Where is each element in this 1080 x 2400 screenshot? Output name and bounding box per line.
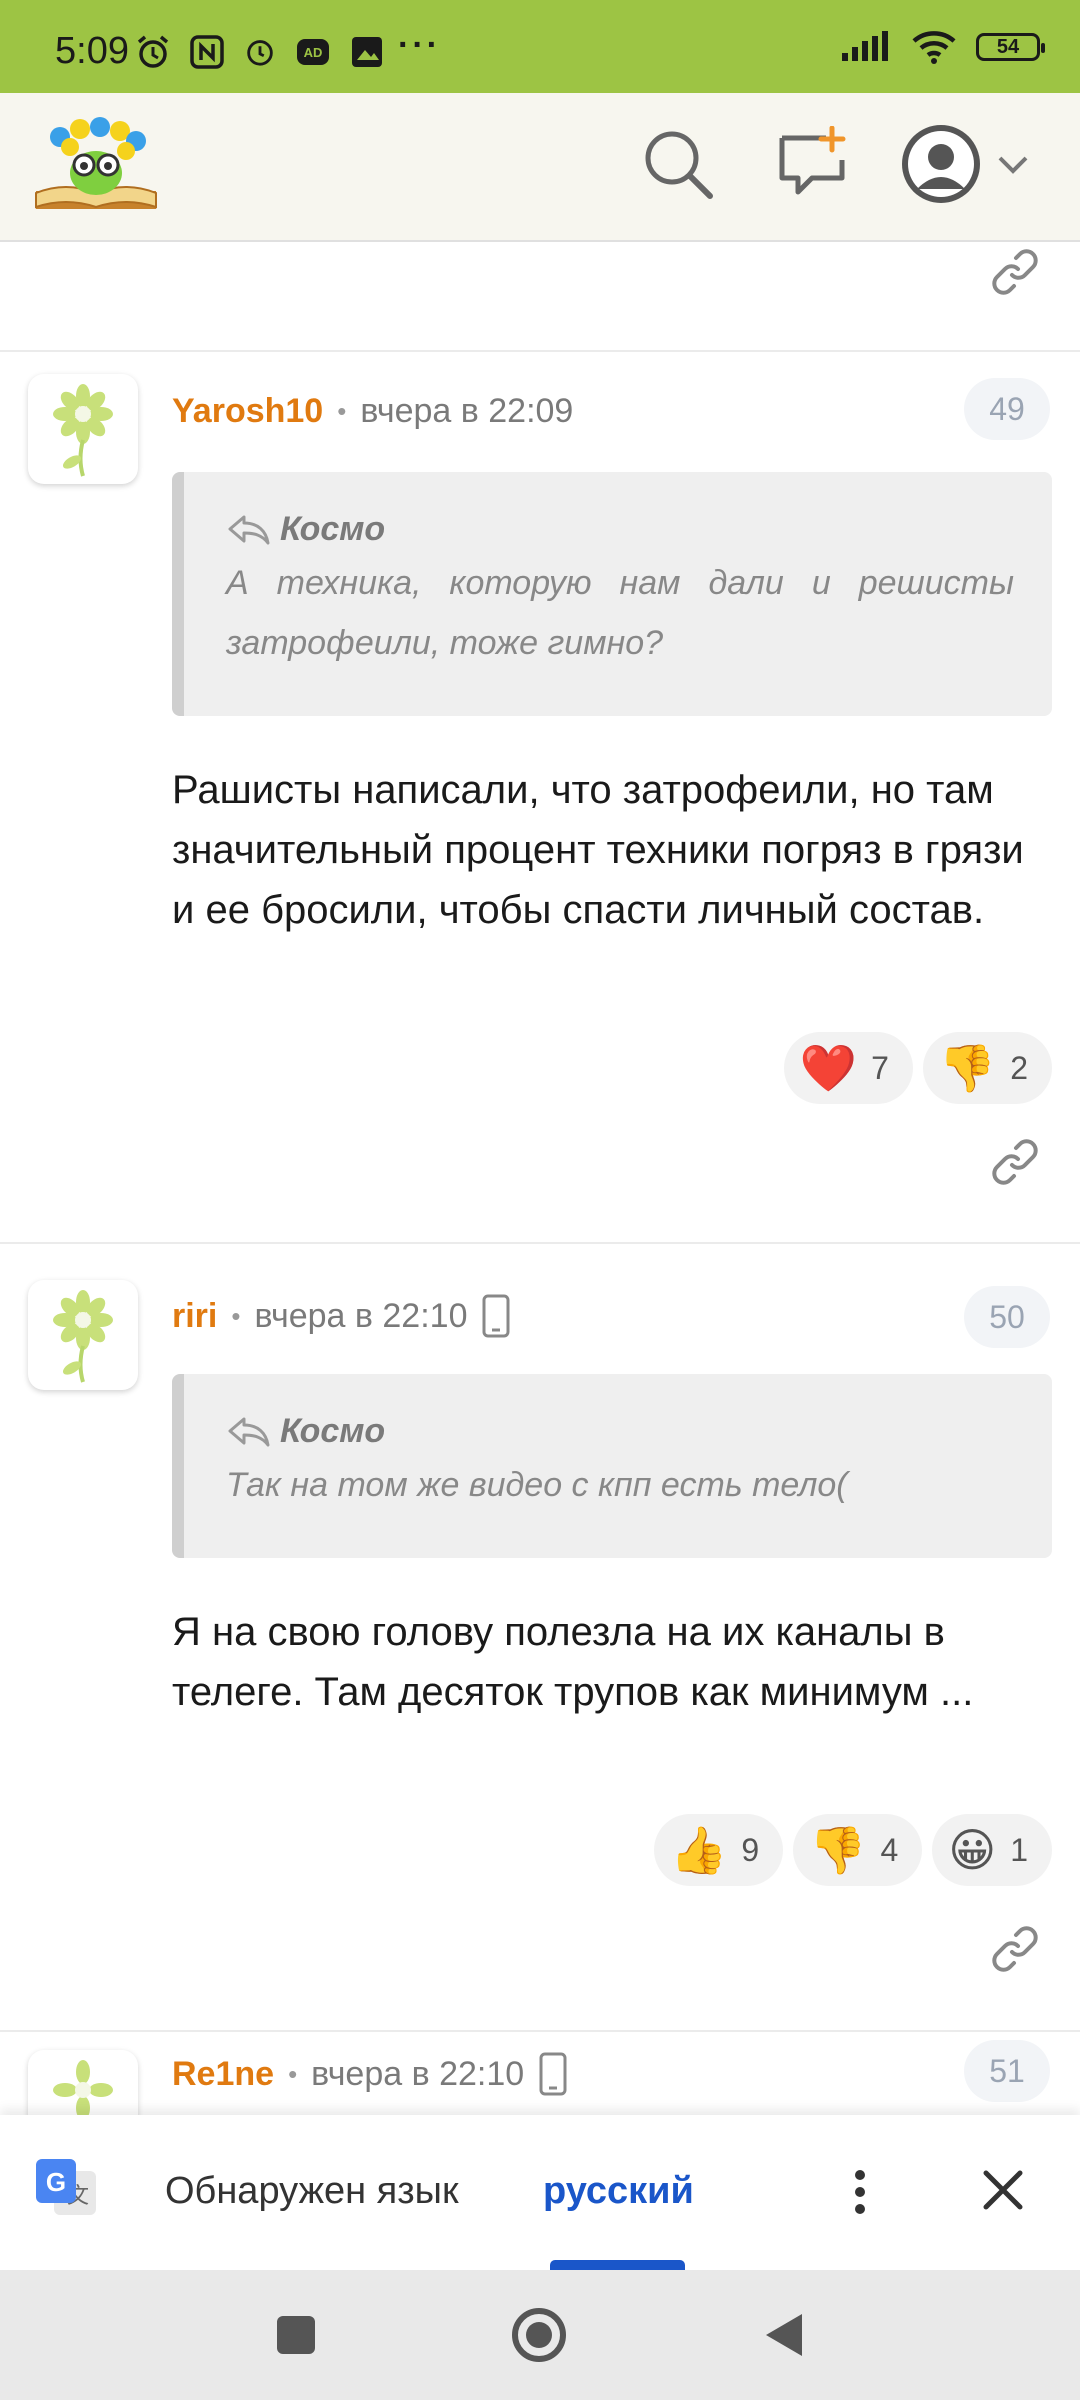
comment-number-badge[interactable]: 49 (964, 378, 1050, 440)
recent-apps-button[interactable] (271, 2310, 321, 2360)
comment-author[interactable]: Yarosh10 (172, 392, 323, 431)
comment-author[interactable]: Re1ne (172, 2055, 274, 2094)
mobile-device-icon (539, 2052, 567, 2096)
comment-number-badge[interactable]: 50 (964, 1286, 1050, 1348)
meta-separator-dot: • (231, 1300, 241, 1331)
wifi-icon (912, 31, 956, 64)
comment-meta: riri • вчера в 22:10 (172, 1294, 511, 1338)
comment-body: Рашисты написали, что затрофеили, но там… (172, 768, 1024, 932)
detected-language-label: Обнаружен язык (165, 2170, 459, 2212)
commenter-avatar[interactable] (28, 1280, 138, 1390)
quote-text: А техника, которую нам дали и решисты за… (226, 564, 1014, 662)
quote-header: Космо (226, 510, 1014, 549)
active-tab-indicator (550, 2260, 685, 2270)
thumbs-down-icon: 👎 (809, 1824, 867, 1876)
notification-icons: AD (135, 34, 385, 70)
reaction-heart[interactable]: ❤️ 7 (783, 1032, 913, 1104)
link-icon[interactable] (990, 1137, 1040, 1187)
comment-item: Re1ne • вчера в 22:10 51 (0, 2032, 1080, 2115)
comment-body: Я на свою голову полезла на их каналы в … (172, 1610, 974, 1714)
thumbs-up-icon: 👍 (670, 1824, 728, 1876)
reply-arrow-icon (228, 515, 270, 544)
signal-icon (842, 31, 888, 61)
alarm-outline-icon (247, 40, 273, 66)
comment-separator (0, 350, 1080, 352)
reaction-count: 2 (1010, 1049, 1028, 1086)
commenter-avatar[interactable] (28, 2050, 138, 2115)
alarm-icon (137, 35, 169, 68)
comment-meta: Yarosh10 • вчера в 22:09 (172, 392, 573, 431)
language-tab-russian[interactable]: русский (543, 2170, 694, 2213)
quote-block: Космо А техника, которую нам дали и реши… (172, 472, 1052, 716)
reactions-row: 👍 9 👎 4 😀 1 (654, 1814, 1052, 1886)
meta-separator-dot: • (288, 2058, 298, 2089)
gallery-icon (352, 37, 382, 67)
reaction-count: 1 (1010, 1831, 1028, 1868)
site-logo[interactable] (32, 111, 160, 223)
quote-text: Так на том же видео с кпп есть тело( (226, 1466, 848, 1504)
quote-block: Космо Так на том же видео с кпп есть тел… (172, 1374, 1052, 1558)
reaction-count: 7 (871, 1049, 889, 1086)
quote-author: Космо (280, 510, 386, 548)
quote-header: Космо (226, 1412, 1014, 1451)
reaction-count: 9 (741, 1831, 760, 1868)
comment-meta: Re1ne • вчера в 22:10 (172, 2052, 568, 2096)
thumbs-down-icon: 👎 (938, 1042, 997, 1094)
translate-bar: 文 G Обнаружен язык русский (0, 2115, 1080, 2270)
mobile-device-icon (482, 1294, 510, 1338)
search-icon[interactable] (640, 126, 716, 202)
comment-time: вчера в 22:10 (254, 1296, 468, 1335)
battery-indicator: 54 (976, 33, 1045, 61)
system-indicators: 54 (840, 30, 1045, 64)
meta-separator-dot: • (337, 396, 347, 426)
nfc-icon (190, 35, 224, 69)
reaction-thumbs-down[interactable]: 👎 4 (793, 1814, 923, 1886)
comment-separator (0, 1242, 1080, 1244)
link-icon[interactable] (990, 247, 1040, 297)
heart-icon: ❤️ (799, 1042, 858, 1094)
reaction-grin[interactable]: 😀 1 (932, 1814, 1052, 1886)
comment-author[interactable]: riri (172, 1297, 217, 1336)
reaction-count: 4 (880, 1831, 899, 1868)
svg-text:AD: AD (304, 45, 323, 60)
comment-time: вчера в 22:09 (360, 392, 574, 430)
home-button[interactable] (510, 2306, 568, 2364)
comment-number-badge[interactable]: 51 (964, 2040, 1050, 2102)
svg-text:G: G (46, 2167, 66, 2197)
reply-arrow-icon (228, 1417, 270, 1446)
reaction-thumbs-up[interactable]: 👍 9 (654, 1814, 784, 1886)
close-icon[interactable] (978, 2165, 1028, 2215)
app-header (0, 93, 1080, 242)
grin-face-icon: 😀 (948, 1824, 997, 1876)
more-notifications-indicator: ··· (398, 26, 441, 64)
system-nav-bar (0, 2270, 1080, 2400)
new-post-icon[interactable] (774, 126, 850, 202)
reactions-row: ❤️ 7 👎 2 (783, 1032, 1052, 1104)
quote-author: Космо (280, 1412, 386, 1450)
comment-time: вчера в 22:10 (311, 2054, 525, 2093)
user-avatar-icon[interactable] (900, 123, 982, 205)
ad-blocker-icon: AD (297, 39, 329, 65)
back-button[interactable] (760, 2310, 810, 2360)
reaction-thumbs-down[interactable]: 👎 2 (922, 1032, 1052, 1104)
more-options-icon[interactable] (845, 2167, 875, 2217)
google-translate-icon[interactable]: 文 G (34, 2157, 98, 2221)
chevron-down-icon[interactable] (996, 148, 1030, 182)
commenter-avatar[interactable] (28, 374, 138, 484)
status-time: 5:09 (55, 30, 129, 72)
link-icon[interactable] (990, 1924, 1040, 1974)
status-bar: 5:09 AD ··· 54 (0, 0, 1080, 93)
